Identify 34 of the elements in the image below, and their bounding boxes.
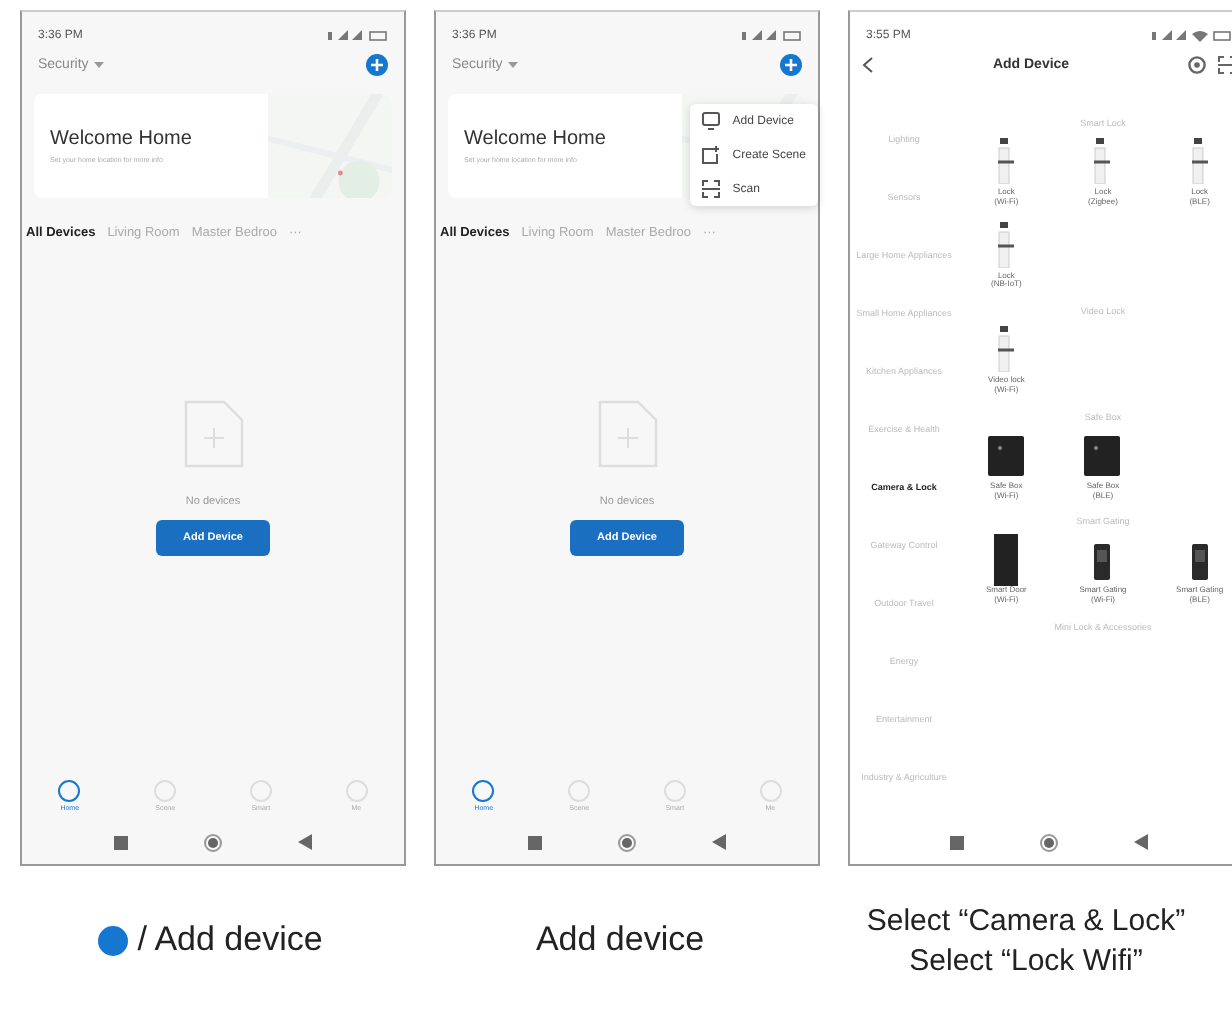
status-icons	[742, 30, 802, 42]
scan-icon	[702, 180, 721, 198]
empty-file-icon	[597, 400, 657, 468]
lock-icon	[1094, 138, 1111, 184]
caption: Select “Camera & Lock” Select “Lock Wifi”	[866, 902, 1186, 980]
monitor-icon	[702, 112, 721, 130]
back-icon[interactable]	[1134, 834, 1148, 850]
lock-icon	[1191, 138, 1208, 184]
banner-title: Welcome Home	[50, 128, 194, 150]
recents-icon[interactable]	[950, 835, 964, 849]
recents-icon[interactable]	[528, 835, 542, 849]
home-nav-icon[interactable]	[618, 833, 636, 851]
caption: Add device	[535, 918, 705, 963]
status-icons	[328, 30, 388, 42]
back-icon[interactable]	[298, 834, 312, 850]
back-icon[interactable]	[862, 56, 874, 74]
banner-title: Welcome Home	[464, 128, 608, 150]
scan-icon[interactable]	[1218, 56, 1232, 74]
lock-icon	[998, 138, 1015, 184]
home-nav-icon[interactable]	[1040, 833, 1058, 851]
home-nav-icon[interactable]	[204, 833, 222, 851]
caret-icon	[508, 62, 519, 68]
empty-file-icon	[183, 400, 243, 468]
lock-icon	[998, 221, 1015, 268]
scene-icon	[702, 146, 721, 164]
add-icon[interactable]	[366, 54, 388, 76]
back-icon[interactable]	[712, 834, 726, 850]
caption: / Add device	[137, 918, 323, 963]
caret-icon	[94, 62, 105, 68]
lock-icon	[998, 326, 1015, 373]
status-icons	[1152, 30, 1232, 42]
settings-icon[interactable]	[1188, 56, 1206, 74]
recents-icon[interactable]	[114, 835, 128, 849]
add-icon[interactable]	[780, 54, 802, 76]
